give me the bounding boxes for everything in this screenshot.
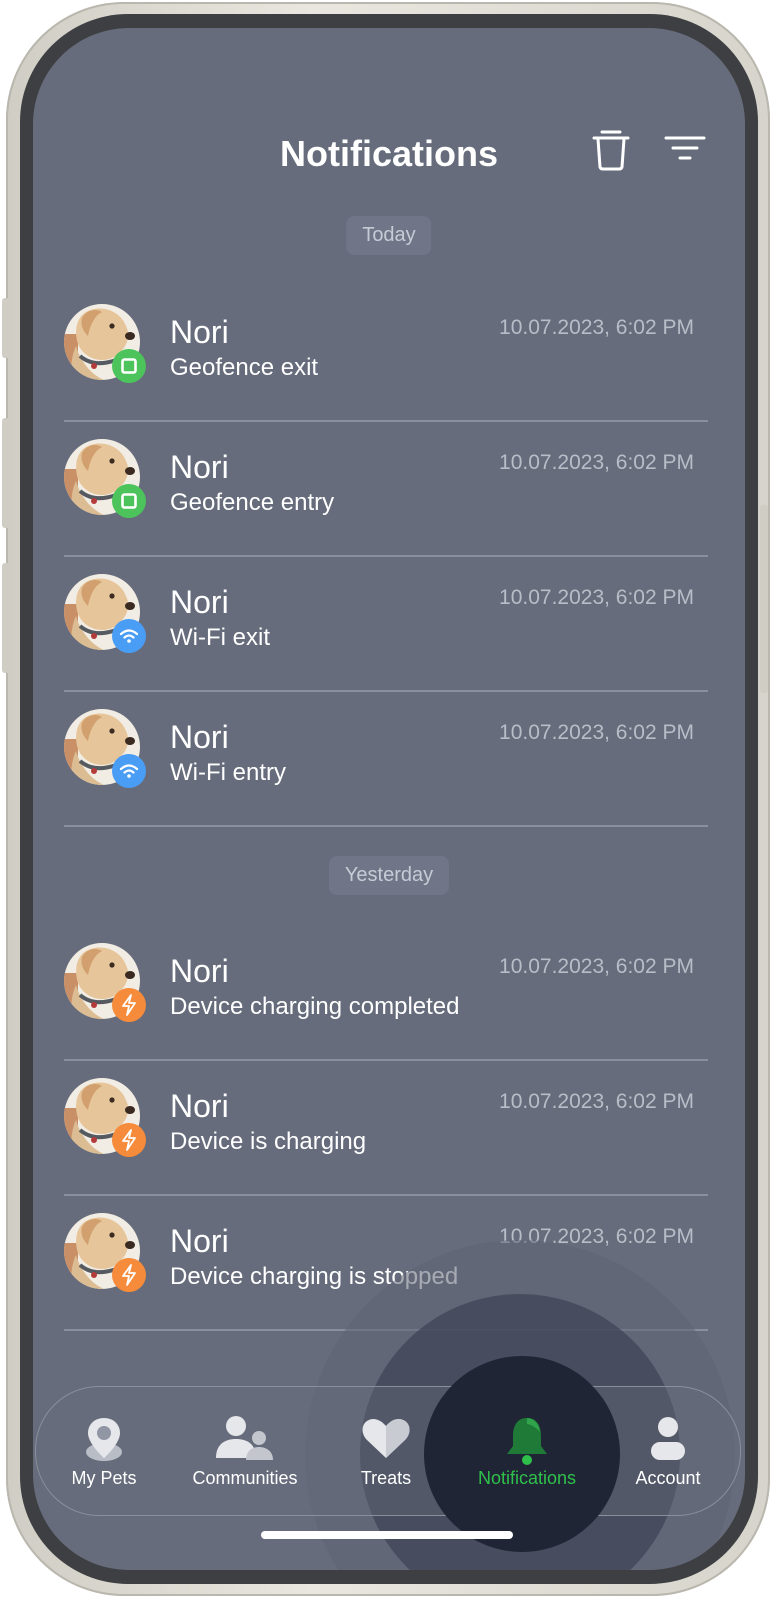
tab-communities[interactable]: Communities <box>175 1408 315 1498</box>
notification-message: Wi-Fi exit <box>170 624 270 651</box>
tab-label: My Pets <box>71 1468 137 1488</box>
notification-type-badge <box>112 754 146 788</box>
pet-name: Nori <box>170 314 229 350</box>
tab-treats[interactable]: Treats <box>316 1408 456 1498</box>
notification-item[interactable]: Nori Geofence exit 10.07.2023, 6:02 PM <box>64 284 708 422</box>
filter-icon <box>664 136 706 160</box>
pet-name: Nori <box>170 953 229 989</box>
geofence-icon <box>121 358 137 374</box>
location-pin-icon <box>86 1418 122 1461</box>
tab-label: Communities <box>192 1468 298 1488</box>
heart-icon <box>362 1418 410 1458</box>
tab-label: Notifications <box>477 1468 577 1488</box>
notification-type-badge <box>112 1258 146 1292</box>
notification-type-badge <box>112 484 146 518</box>
volume-down-button <box>2 563 10 673</box>
pet-name: Nori <box>170 1088 229 1124</box>
notification-type-badge <box>112 619 146 653</box>
notification-message: Geofence exit <box>170 354 319 381</box>
notification-timestamp: 10.07.2023, 6:02 PM <box>499 1090 694 1113</box>
tab-label: Treats <box>360 1468 412 1488</box>
notification-item[interactable]: Nori Wi-Fi exit 10.07.2023, 6:02 PM <box>64 554 708 692</box>
section-label-today: Today <box>346 216 432 255</box>
notification-timestamp: 10.07.2023, 6:02 PM <box>499 451 694 474</box>
notification-type-badge <box>112 1123 146 1157</box>
notification-timestamp: 10.07.2023, 6:02 PM <box>499 586 694 609</box>
charging-icon <box>122 994 136 1016</box>
wifi-icon <box>119 764 139 778</box>
person-icon <box>651 1417 685 1460</box>
people-icon <box>216 1416 273 1460</box>
home-indicator[interactable] <box>261 1531 513 1539</box>
power-button <box>760 505 768 693</box>
notification-timestamp: 10.07.2023, 6:02 PM <box>499 955 694 978</box>
tab-account[interactable]: Account <box>598 1408 738 1498</box>
filter-button[interactable] <box>663 134 707 164</box>
notification-item[interactable]: Nori Geofence entry 10.07.2023, 6:02 PM <box>64 419 708 557</box>
pet-name: Nori <box>170 719 229 755</box>
notification-item[interactable]: Nori Device is charging 10.07.2023, 6:02 P… <box>64 1058 708 1196</box>
notification-message: Wi-Fi entry <box>170 759 286 786</box>
notification-item[interactable]: Nori Device charging completed 10.07.2023,… <box>64 923 708 1061</box>
charging-icon <box>122 1129 136 1151</box>
tab-my-pets[interactable]: My Pets <box>34 1408 174 1498</box>
pet-name: Nori <box>170 584 229 620</box>
wifi-icon <box>119 629 139 643</box>
section-label-yesterday: Yesterday <box>328 856 450 895</box>
notification-type-badge <box>112 988 146 1022</box>
notification-message: Device charging completed <box>170 993 460 1020</box>
volume-up-button <box>2 418 10 528</box>
pet-name: Nori <box>170 1223 229 1259</box>
delete-button[interactable] <box>591 128 631 172</box>
screen: Notifications Today Yesterday Nori Geofen… <box>33 28 745 1570</box>
notification-timestamp: 10.07.2023, 6:02 PM <box>499 316 694 339</box>
mute-switch <box>2 298 10 358</box>
page-title: Notifications <box>279 133 498 174</box>
tab-label: Account <box>635 1468 701 1488</box>
notification-message: Device is charging <box>170 1128 367 1155</box>
notification-type-badge <box>112 349 146 383</box>
geofence-icon <box>121 493 137 509</box>
notification-message: Geofence entry <box>170 489 335 516</box>
bell-icon <box>507 1418 547 1465</box>
tab-notifications[interactable]: Notifications <box>457 1408 597 1498</box>
notification-timestamp: 10.07.2023, 6:02 PM <box>499 721 694 744</box>
trash-icon <box>592 130 630 171</box>
pet-name: Nori <box>170 449 229 485</box>
notification-item[interactable]: Nori Wi-Fi entry 10.07.2023, 6:02 PM <box>64 689 708 827</box>
charging-icon <box>122 1264 136 1286</box>
